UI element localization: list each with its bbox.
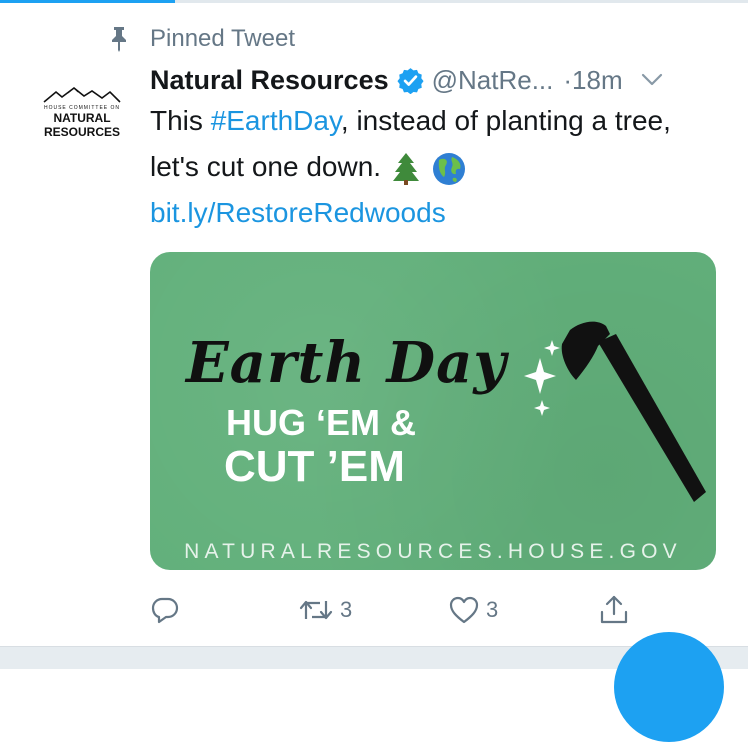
card-line-1: HUG ‘EM & xyxy=(226,402,417,443)
axe-illustration-icon xyxy=(524,321,706,502)
reply-button[interactable] xyxy=(150,590,180,630)
tweet-link[interactable]: bit.ly/RestoreRedwoods xyxy=(150,197,446,228)
like-button[interactable]: 3 xyxy=(448,590,498,630)
avatar[interactable]: HOUSE COMMITTEE ON NATURAL RESOURCES xyxy=(36,86,128,150)
avatar-title-2: RESOURCES xyxy=(43,125,120,139)
share-icon xyxy=(600,595,628,624)
chevron-down-icon[interactable] xyxy=(641,73,663,87)
mountains-logo-icon xyxy=(43,86,121,103)
hashtag-link[interactable]: #EarthDay xyxy=(211,105,341,136)
verified-badge-icon xyxy=(397,67,424,94)
pinned-label: Pinned Tweet xyxy=(150,25,295,52)
retweet-icon xyxy=(299,600,333,620)
card-headline: Earth Day xyxy=(186,330,507,396)
media-card[interactable]: Earth Day HUG ‘EM & CUT ’EM NATURALRESOU… xyxy=(150,252,716,570)
heart-icon xyxy=(449,596,479,624)
avatar-title-1: NATURAL xyxy=(53,111,111,125)
tweet-text-part-1: This xyxy=(150,105,211,136)
tweet-actions: 3 3 xyxy=(150,590,640,630)
display-name[interactable]: Natural Resources xyxy=(150,65,389,96)
top-divider xyxy=(0,0,748,3)
tweet-header: Natural Resources @NatRe... ·18m xyxy=(150,62,725,98)
active-tab-indicator xyxy=(0,0,175,3)
card-line-2: CUT ’EM xyxy=(224,442,405,491)
share-button[interactable] xyxy=(598,590,630,630)
retweet-button[interactable]: 3 xyxy=(298,590,352,630)
pin-icon xyxy=(112,27,126,52)
card-website: NATURALRESOURCES.HOUSE.GOV xyxy=(184,540,682,563)
retweet-count: 3 xyxy=(340,597,353,622)
tweet-timestamp[interactable]: ·18m xyxy=(563,65,622,96)
like-count: 3 xyxy=(486,597,499,622)
user-handle[interactable]: @NatRe... xyxy=(432,65,554,96)
tweet-text: This #EarthDay, instead of planting a tr… xyxy=(150,98,720,236)
globe-emoji xyxy=(432,152,465,185)
pinned-indicator: Pinned Tweet xyxy=(108,24,295,54)
reply-icon xyxy=(151,597,179,624)
evergreen-tree-emoji xyxy=(392,152,419,185)
compose-tweet-button[interactable] xyxy=(614,632,724,742)
